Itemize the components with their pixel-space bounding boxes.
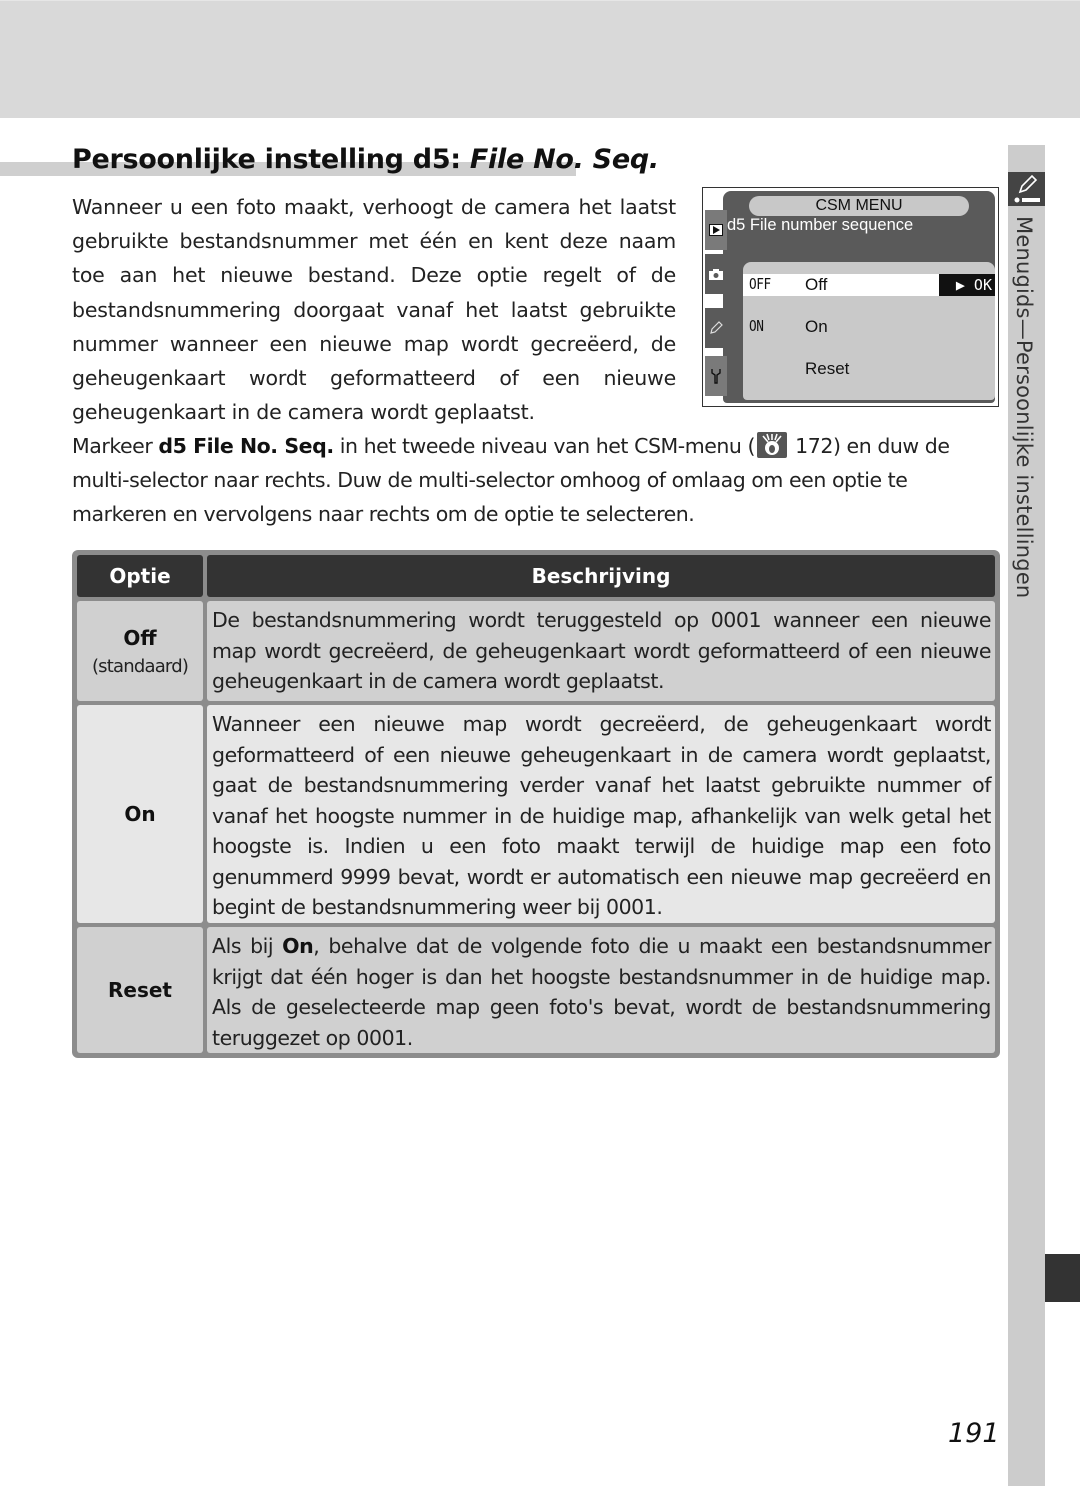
- lcd-option-label: Off: [805, 275, 828, 294]
- lcd-option-off: OFF Off ▶ OK: [743, 274, 995, 296]
- lcd-option-code: ON: [749, 317, 764, 335]
- playback-icon: [705, 210, 727, 250]
- lcd-options-panel: OFF Off ▶ OK ON On Reset: [743, 262, 995, 400]
- table-header: Optie Beschrijving: [77, 555, 995, 597]
- camera-icon: [705, 254, 727, 294]
- options-table: Optie Beschrijving Off (standaard) De be…: [72, 550, 1000, 1058]
- wrench-icon: [705, 356, 727, 396]
- option-name: Reset: [108, 978, 172, 1002]
- option-name: Off: [123, 625, 157, 650]
- table-row: Off (standaard) De bestandsnummering wor…: [77, 601, 995, 701]
- chapter-subsection: Persoonlijke instellingen: [1012, 339, 1036, 599]
- description-cell: Als bij On, behalve dat de volgende foto…: [207, 927, 995, 1053]
- pencil-icon: [705, 308, 727, 348]
- lcd-option-label: Reset: [805, 359, 850, 378]
- description-bold-term: On: [282, 934, 314, 958]
- header-description: Beschrijving: [207, 555, 995, 597]
- chapter-separator: —: [1012, 318, 1036, 340]
- page-title: Persoonlijke instelling d5: File No. Seq…: [72, 144, 659, 175]
- chapter-title: Menugids—Persoonlijke instellingen: [1012, 216, 1036, 598]
- description-cell: De bestandsnummering wordt teruggesteld …: [207, 601, 995, 701]
- description-cell: Wanneer een nieuwe map wordt gecreëerd, …: [207, 705, 995, 923]
- lcd-menu-subtitle: d5 File number sequence: [727, 216, 914, 234]
- lcd-menu-header: CSM MENU: [749, 196, 969, 216]
- chapter-thumb-marker: [1045, 1254, 1080, 1302]
- custom-settings-pencil-icon: [1008, 172, 1045, 206]
- page-number: 191: [948, 1418, 1000, 1449]
- instructions-text: Markeer: [72, 434, 159, 458]
- menu-guide-icon: [757, 432, 788, 458]
- lcd-option-on: ON On: [743, 316, 995, 338]
- option-default-note: (standaard): [91, 655, 189, 677]
- ok-indicator: ▶ OK: [939, 274, 995, 296]
- description-text: , behalve dat de volgende foto die u maa…: [212, 934, 991, 1050]
- title-setting-name: File No. Seq.: [469, 144, 659, 175]
- lcd-option-label: On: [805, 317, 828, 336]
- setting-reference: d5 File No. Seq.: [158, 434, 334, 458]
- option-cell: Reset: [77, 927, 203, 1053]
- header-option: Optie: [77, 555, 203, 597]
- page-header-band: [0, 0, 1080, 118]
- option-cell: On: [77, 705, 203, 923]
- camera-menu-screenshot: CSM MENU d5 File number sequence OFF Off…: [702, 187, 999, 407]
- lcd-option-code: OFF: [749, 275, 771, 293]
- lcd-menu-tabs: [705, 196, 727, 401]
- intro-paragraph: Wanneer u een foto maakt, verhoogt de ca…: [72, 195, 676, 425]
- description-text: Als bij: [212, 934, 283, 958]
- option-name: On: [124, 802, 156, 826]
- instructions-paragraph: Markeer d5 File No. Seq. in het tweede n…: [72, 429, 1000, 532]
- table-row: Reset Als bij On, behalve dat de volgend…: [77, 927, 995, 1053]
- instructions-text: in het tweede niveau van het CSM-menu (: [333, 434, 756, 458]
- title-block: Persoonlijke instelling d5: File No. Seq…: [72, 144, 659, 175]
- chapter-section: Menugids: [1012, 216, 1036, 319]
- lcd-option-reset: Reset: [743, 358, 995, 380]
- table-row: On Wanneer een nieuwe map wordt gecreëer…: [77, 705, 995, 923]
- title-prefix: Persoonlijke instelling d5:: [72, 144, 470, 175]
- option-cell: Off (standaard): [77, 601, 203, 701]
